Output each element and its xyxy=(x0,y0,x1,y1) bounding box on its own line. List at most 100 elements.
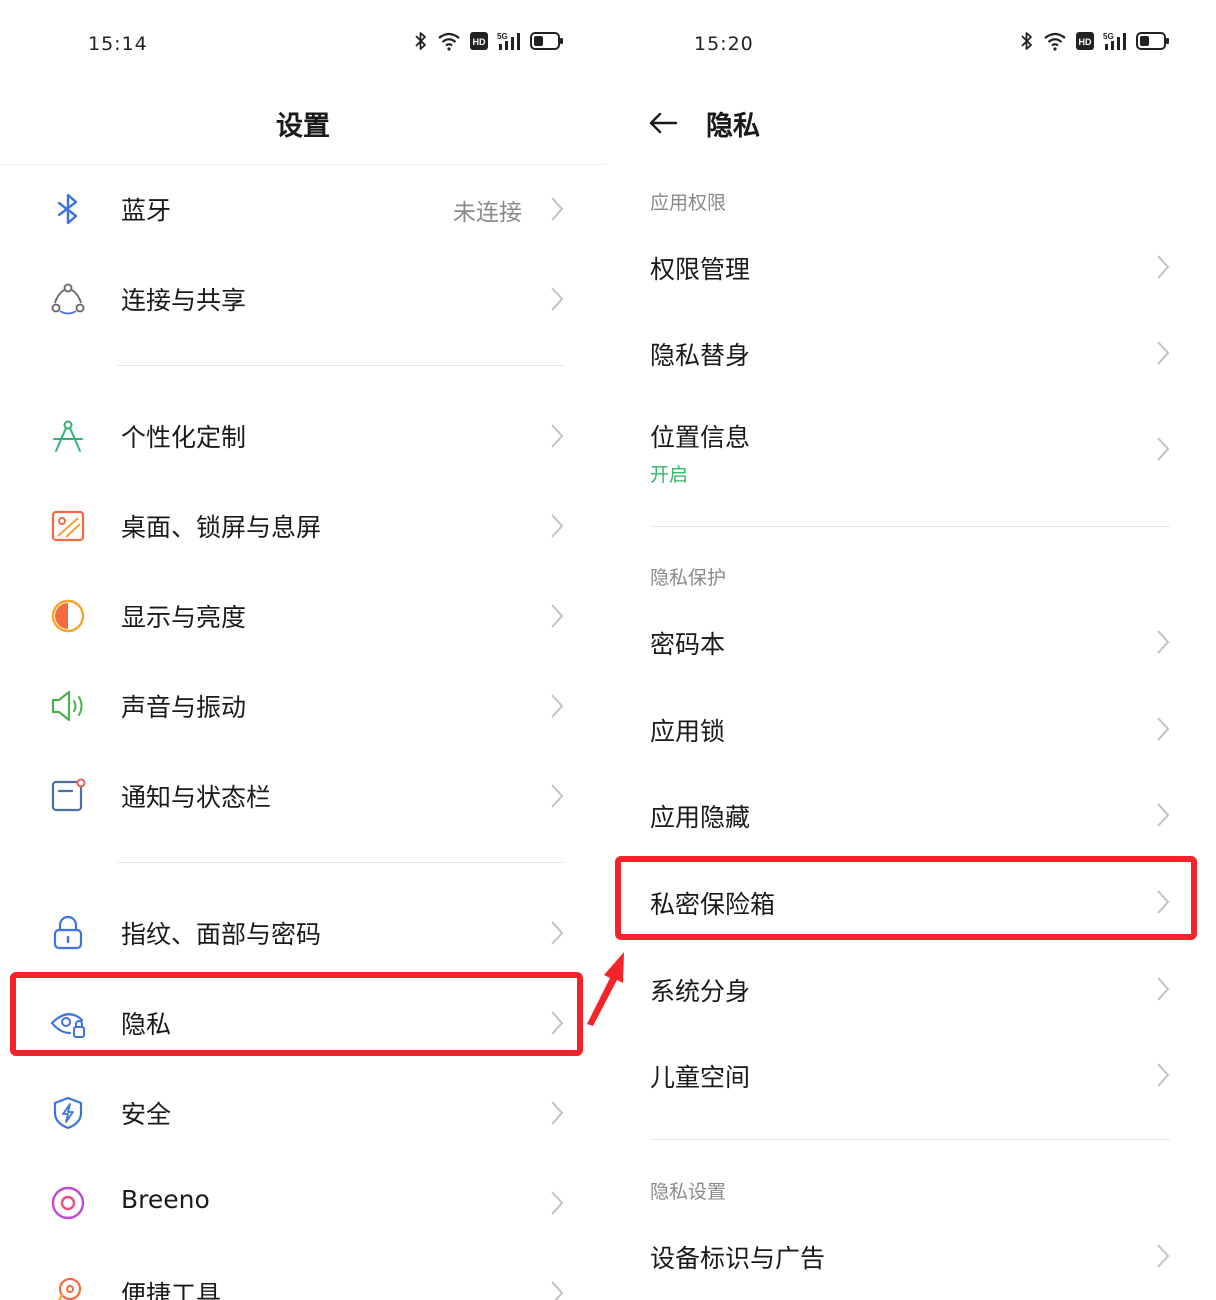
settings-item-display-brightness[interactable]: 显示与亮度 xyxy=(0,570,606,660)
svg-text:5G: 5G xyxy=(497,32,508,41)
privacy-item-location[interactable]: 位置信息 开启 xyxy=(606,390,1216,506)
hd-status-icon: HD xyxy=(470,32,488,50)
signal-5g-icon: 5G xyxy=(497,32,520,50)
privacy-item-system-clone[interactable]: 系统分身 xyxy=(606,944,1216,1030)
bluetooth-status-icon xyxy=(1021,32,1032,50)
privacy-item-label: 系统分身 xyxy=(650,977,751,1006)
chevron-right-icon xyxy=(550,1190,564,1216)
chevron-right-icon xyxy=(1156,1062,1170,1088)
chevron-right-icon xyxy=(550,196,564,222)
settings-screen: 15:14 HD 5G 设置 蓝牙 未连接 连接与共享 个性化定制 桌面、锁屏与… xyxy=(0,0,606,1300)
group-divider xyxy=(117,862,564,863)
chevron-right-icon xyxy=(1156,436,1170,462)
chevron-right-icon xyxy=(1156,802,1170,828)
battery-icon xyxy=(530,32,563,50)
wifi-status-icon xyxy=(1044,32,1066,51)
section-header-privacy-protection: 隐私保护 xyxy=(650,567,727,589)
wifi-status-icon xyxy=(438,32,460,51)
status-bar: 15:14 HD 5G xyxy=(0,0,606,86)
shield-icon xyxy=(50,1095,86,1131)
speaker-icon xyxy=(50,688,86,724)
chevron-right-icon xyxy=(550,423,564,449)
compass-icon xyxy=(50,418,86,454)
share-icon xyxy=(50,281,86,317)
chevron-right-icon xyxy=(1156,629,1170,655)
highlight-box-privacy xyxy=(10,972,583,1056)
highlight-box-private-safe xyxy=(615,856,1197,940)
privacy-item-device-id-ads[interactable]: 设备标识与广告 xyxy=(606,1211,1216,1297)
privacy-item-kids-space[interactable]: 儿童空间 xyxy=(606,1030,1216,1116)
lock-icon xyxy=(50,915,86,951)
settings-item-label: 桌面、锁屏与息屏 xyxy=(121,513,322,542)
chevron-right-icon xyxy=(1156,976,1170,1002)
status-time: 15:14 xyxy=(88,33,148,55)
privacy-item-password-book[interactable]: 密码本 xyxy=(606,597,1216,683)
privacy-item-app-hide[interactable]: 应用隐藏 xyxy=(606,770,1216,856)
chevron-right-icon xyxy=(1156,1243,1170,1269)
section-divider xyxy=(650,1139,1170,1140)
settings-item-label: Breeno xyxy=(121,1185,210,1214)
settings-item-connection-sharing[interactable]: 连接与共享 xyxy=(0,253,606,343)
settings-item-convenience-tools[interactable]: 便捷工具 xyxy=(0,1247,606,1300)
chevron-right-icon xyxy=(550,603,564,629)
privacy-item-app-lock[interactable]: 应用锁 xyxy=(606,684,1216,770)
chevron-right-icon xyxy=(550,920,564,946)
settings-item-label: 蓝牙 xyxy=(121,196,172,225)
battery-icon xyxy=(1136,32,1169,50)
settings-item-label: 声音与振动 xyxy=(121,693,247,722)
settings-item-home-lockscreen[interactable]: 桌面、锁屏与息屏 xyxy=(0,480,606,570)
privacy-item-permission-management[interactable]: 权限管理 xyxy=(606,222,1216,308)
page-title: 隐私 xyxy=(706,111,760,142)
settings-item-label: 显示与亮度 xyxy=(121,603,247,632)
status-time: 15:20 xyxy=(694,33,754,55)
section-header-app-permissions: 应用权限 xyxy=(650,192,727,214)
notification-icon xyxy=(50,778,86,814)
bluetooth-status-icon xyxy=(415,32,426,50)
chevron-right-icon xyxy=(550,1100,564,1126)
privacy-item-privacy-substitute[interactable]: 隐私替身 xyxy=(606,308,1216,394)
privacy-screen: 15:20 HD 5G 隐私 应用权限 权限管理 隐私替身 位置信息 开启 隐私… xyxy=(606,0,1216,1300)
location-status: 开启 xyxy=(650,464,689,486)
settings-item-personalization[interactable]: 个性化定制 xyxy=(0,390,606,480)
svg-text:HD: HD xyxy=(1079,37,1092,47)
privacy-item-label: 应用隐藏 xyxy=(650,803,751,832)
settings-item-sound-vibration[interactable]: 声音与振动 xyxy=(0,660,606,750)
privacy-item-label: 位置信息 xyxy=(650,423,751,452)
tools-icon xyxy=(50,1275,86,1300)
wallpaper-icon xyxy=(50,508,86,544)
chevron-right-icon xyxy=(550,693,564,719)
bluetooth-status: 未连接 xyxy=(453,200,522,226)
settings-item-label: 指纹、面部与密码 xyxy=(121,920,322,949)
chevron-right-icon xyxy=(550,783,564,809)
settings-item-bluetooth[interactable]: 蓝牙 未连接 xyxy=(0,163,606,253)
brightness-icon xyxy=(50,598,86,634)
settings-item-label: 便捷工具 xyxy=(121,1280,222,1300)
section-divider xyxy=(650,526,1170,527)
status-icons: HD 5G xyxy=(414,30,564,52)
hd-status-icon: HD xyxy=(1076,32,1094,50)
chevron-right-icon xyxy=(550,513,564,539)
privacy-item-label: 设备标识与广告 xyxy=(650,1244,826,1273)
chevron-right-icon xyxy=(1156,340,1170,366)
settings-item-breeno[interactable]: Breeno xyxy=(0,1157,606,1247)
red-arrow-icon xyxy=(587,952,624,1026)
chevron-right-icon xyxy=(550,286,564,312)
chevron-right-icon xyxy=(1156,254,1170,280)
settings-item-label: 通知与状态栏 xyxy=(121,783,272,812)
section-header-privacy-settings: 隐私设置 xyxy=(650,1181,727,1203)
group-divider xyxy=(117,365,564,366)
privacy-item-label: 权限管理 xyxy=(650,255,751,284)
settings-item-notifications[interactable]: 通知与状态栏 xyxy=(0,750,606,840)
status-icons: HD 5G xyxy=(1020,30,1170,52)
breeno-icon xyxy=(50,1185,86,1221)
settings-item-security[interactable]: 安全 xyxy=(0,1067,606,1157)
svg-text:5G: 5G xyxy=(1103,32,1114,41)
status-bar: 15:20 HD 5G xyxy=(606,0,1216,86)
settings-item-biometrics-password[interactable]: 指纹、面部与密码 xyxy=(0,887,606,977)
settings-item-label: 安全 xyxy=(121,1100,172,1129)
settings-item-label: 连接与共享 xyxy=(121,286,247,315)
signal-5g-icon: 5G xyxy=(1103,32,1126,50)
back-arrow-icon[interactable] xyxy=(646,106,680,140)
page-title: 设置 xyxy=(276,111,330,142)
svg-text:HD: HD xyxy=(473,37,486,47)
